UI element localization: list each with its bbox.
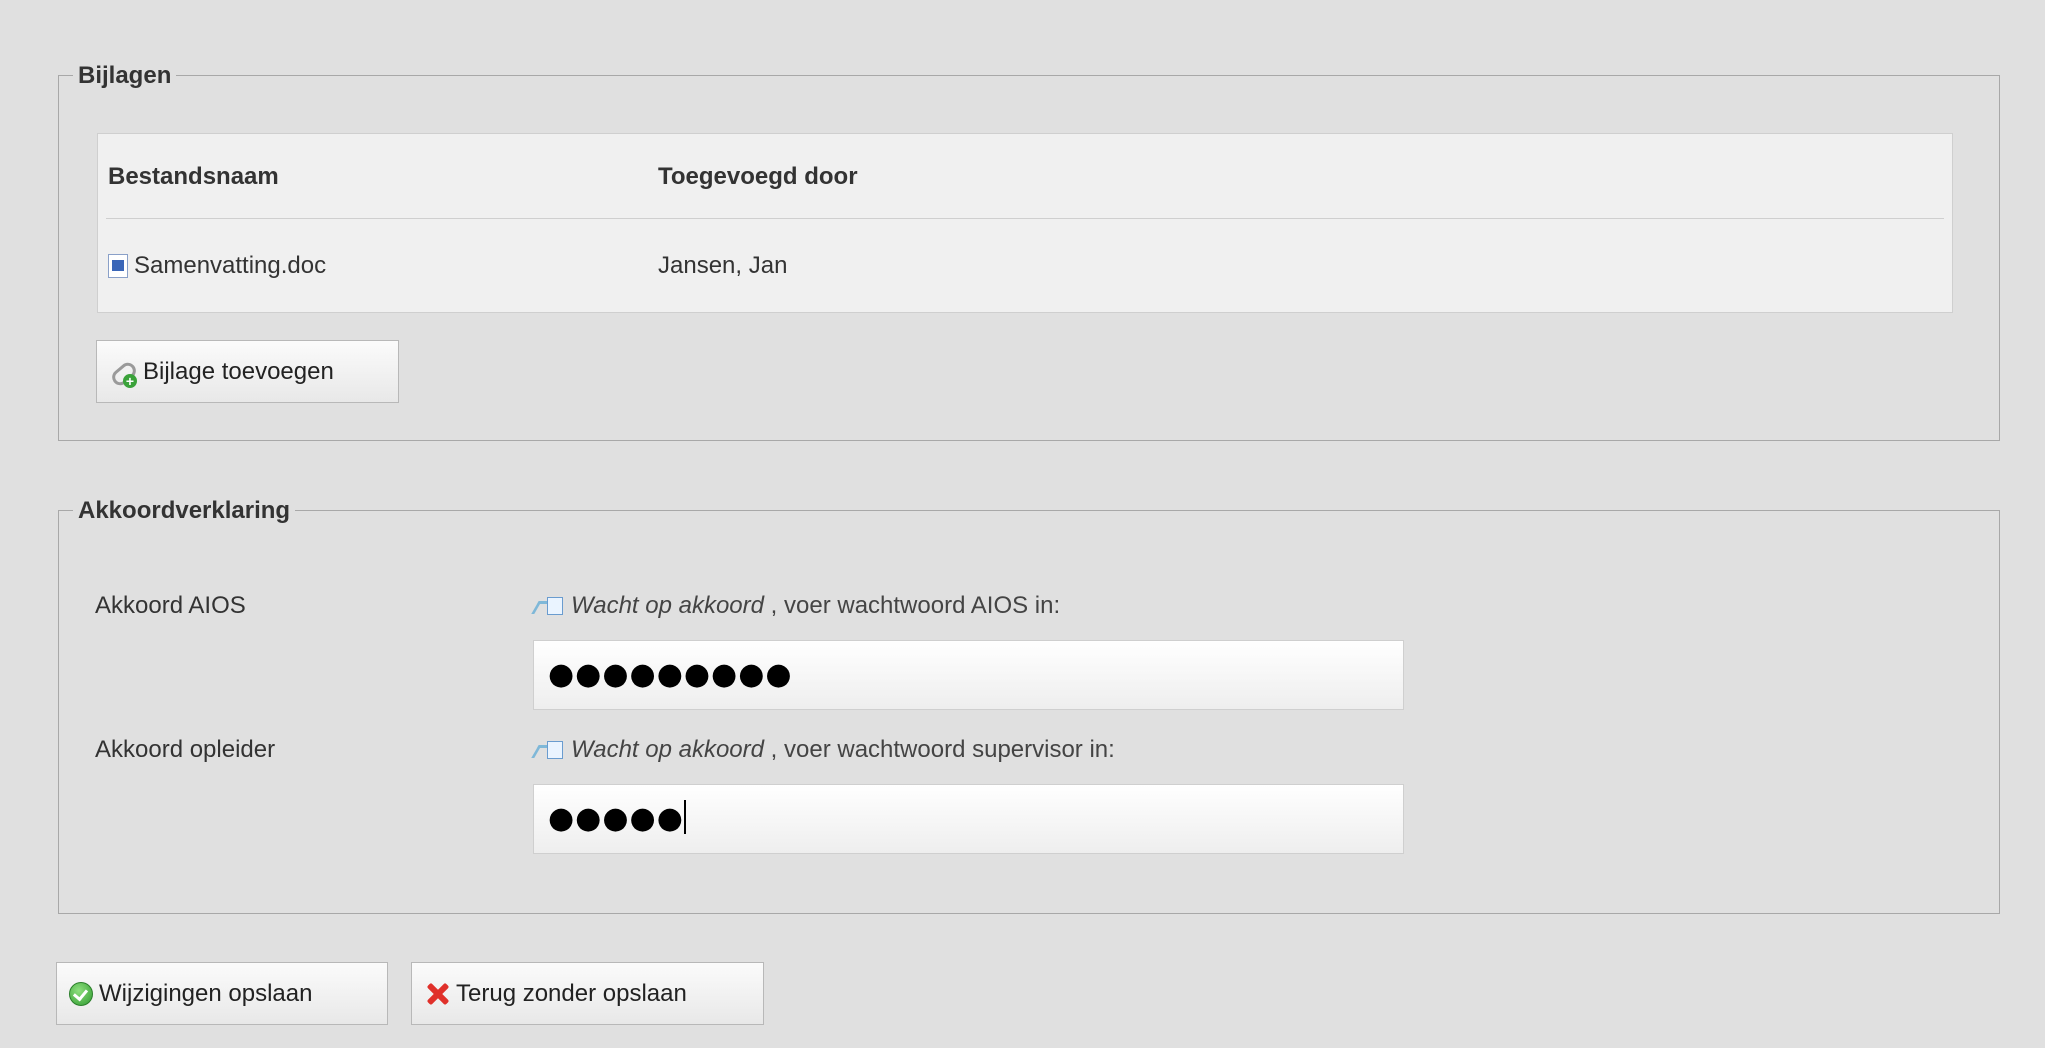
column-header-added-by: Toegevoegd door — [658, 163, 858, 190]
attachment-filename-link[interactable]: Samenvatting.doc — [134, 251, 326, 281]
back-without-saving-button[interactable]: Terug zonder opslaan — [411, 962, 764, 1025]
paperclip-add-icon — [109, 360, 137, 388]
aios-approval-status: Wacht op akkoord , voer wachtwoord AIOS … — [535, 591, 1060, 621]
aios-password-input[interactable]: ●●●●●●●●● — [533, 640, 1404, 710]
aios-approval-label: Akkoord AIOS — [95, 592, 246, 619]
word-document-icon — [108, 254, 128, 278]
supervisor-approval-status: Wacht op akkoord , voer wachtwoord super… — [535, 735, 1115, 765]
aios-status-instruction: , voer wachtwoord AIOS in: — [764, 592, 1061, 619]
back-without-saving-label: Terug zonder opslaan — [456, 979, 687, 1007]
approval-legend: Akkoordverklaring — [73, 494, 296, 528]
check-circle-icon — [69, 981, 93, 1006]
aios-status-text: Wacht op akkoord — [571, 592, 764, 619]
supervisor-approval-label: Akkoord opleider — [95, 736, 276, 763]
supervisor-password-mask: ●●●●● — [548, 801, 684, 836]
attachment-added-by: Jansen, Jan — [658, 252, 788, 279]
add-attachment-button[interactable]: Bijlage toevoegen — [96, 340, 399, 403]
save-changes-label: Wijzigingen opslaan — [99, 979, 313, 1007]
pending-approval-icon — [535, 593, 565, 617]
supervisor-password-input[interactable]: ●●●●● — [533, 784, 1404, 854]
attachments-legend: Bijlagen — [73, 59, 177, 93]
aios-password-mask: ●●●●●●●●● — [548, 657, 793, 692]
table-header: Bestandsnaam Toegevoegd door — [106, 134, 1944, 219]
add-attachment-label: Bijlage toevoegen — [143, 357, 334, 385]
save-changes-button[interactable]: Wijzigingen opslaan — [56, 962, 388, 1025]
pending-approval-icon — [535, 737, 565, 761]
approval-fieldset: Akkoordverklaring Akkoord AIOS Wacht op … — [58, 494, 2000, 914]
close-icon — [424, 981, 450, 1007]
supervisor-status-text: Wacht op akkoord — [571, 736, 764, 763]
table-row[interactable]: Samenvatting.doc Jansen, Jan — [106, 220, 1944, 312]
attachments-table: Bestandsnaam Toegevoegd door Samenvattin… — [97, 133, 1953, 313]
text-cursor — [683, 800, 686, 834]
page: Bijlagen Bestandsnaam Toegevoegd door Sa… — [0, 0, 2045, 1048]
column-header-filename: Bestandsnaam — [108, 163, 279, 190]
supervisor-status-instruction: , voer wachtwoord supervisor in: — [764, 736, 1115, 763]
attachments-fieldset: Bijlagen Bestandsnaam Toegevoegd door Sa… — [58, 59, 2000, 441]
